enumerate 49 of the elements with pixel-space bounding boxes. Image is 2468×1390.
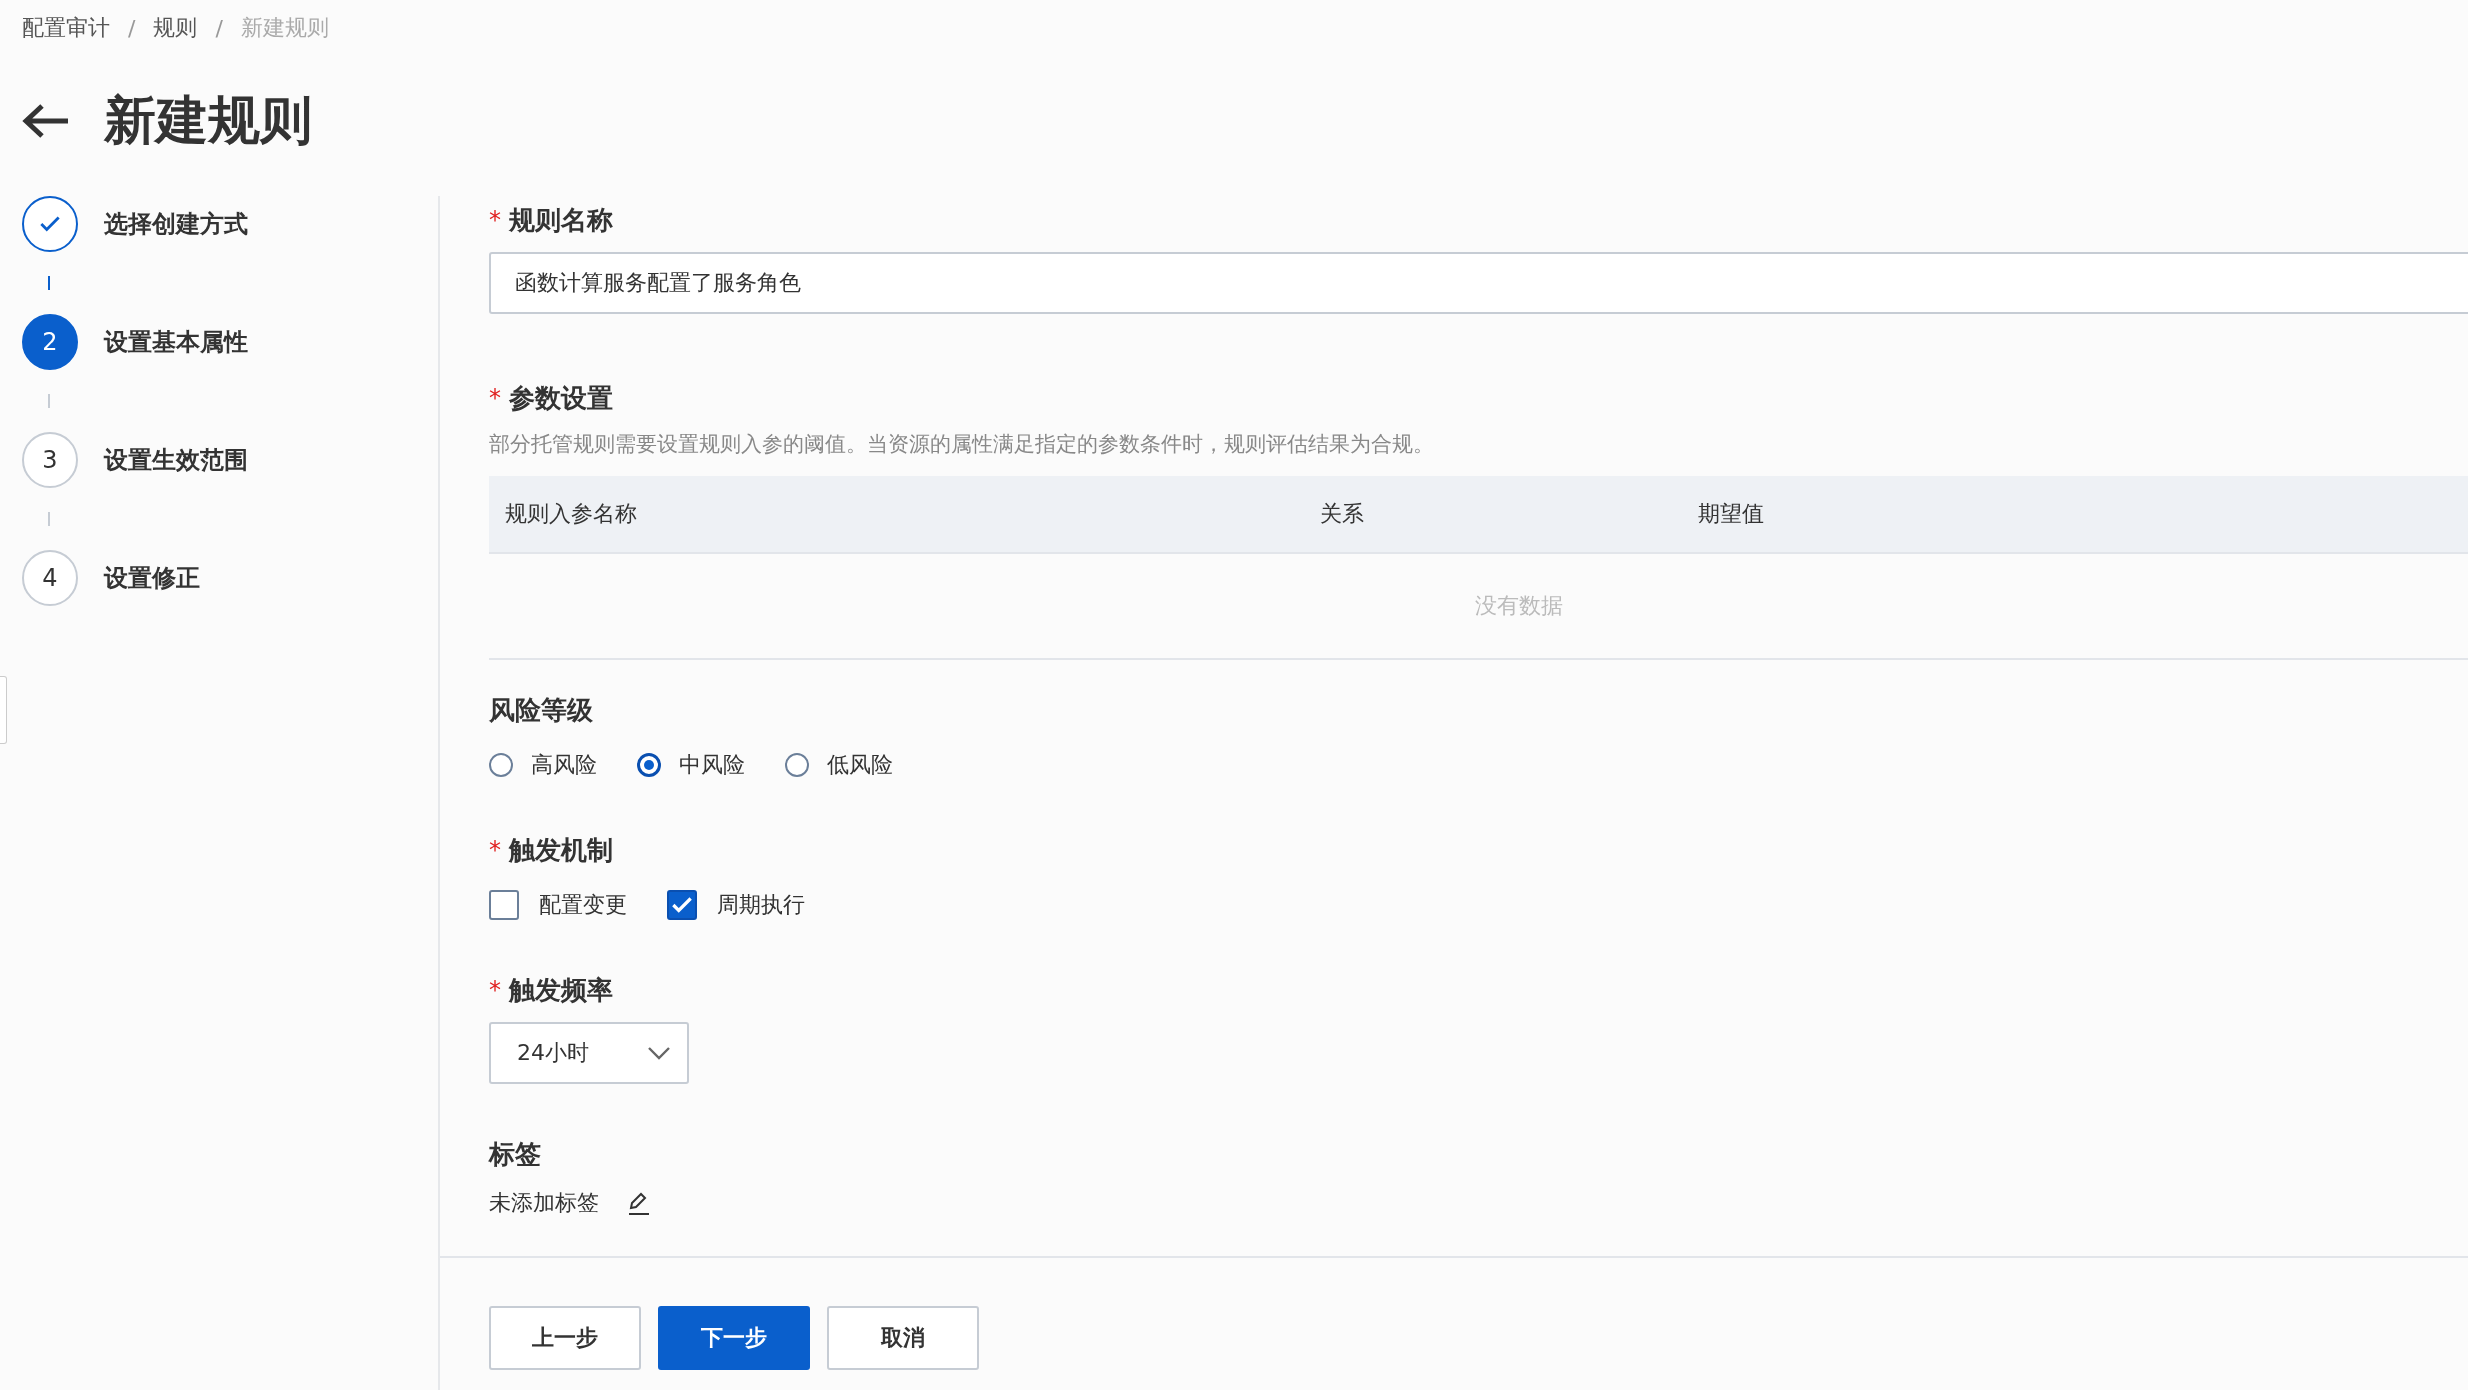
breadcrumb-link[interactable]: 配置审计 bbox=[22, 13, 110, 43]
rule-name-field[interactable]: 函数计算服务配置了服务角色 bbox=[489, 252, 2468, 314]
required-mark: * bbox=[489, 836, 501, 864]
side-handle[interactable] bbox=[0, 676, 7, 744]
column-header: 规则入参名称 bbox=[504, 500, 638, 528]
step-connector bbox=[48, 512, 50, 526]
empty-text: 没有数据 bbox=[1474, 592, 1563, 620]
breadcrumb-link[interactable]: 规则 bbox=[153, 13, 198, 43]
step-number: 3 bbox=[42, 446, 58, 474]
radio-button[interactable] bbox=[637, 753, 661, 777]
form-button[interactable]: 上一步 bbox=[489, 1306, 641, 1370]
field-label: 触发机制 bbox=[509, 833, 613, 867]
checkbox[interactable] bbox=[489, 890, 519, 920]
frequency-select[interactable]: 24小时 bbox=[489, 1022, 689, 1084]
column-header: 期望值 bbox=[1698, 500, 1764, 528]
chevron-down-icon bbox=[647, 1046, 671, 1060]
step-connector bbox=[48, 276, 50, 290]
checkbox[interactable] bbox=[667, 890, 697, 920]
step-number: 4 bbox=[42, 564, 58, 592]
radio-label: 高风险 bbox=[531, 751, 597, 779]
radio-label: 中风险 bbox=[679, 751, 745, 779]
checkbox-label: 配置变更 bbox=[539, 891, 627, 919]
back-arrow-icon[interactable] bbox=[22, 103, 70, 139]
form-button[interactable]: 取消 bbox=[827, 1306, 979, 1370]
field-label: 风险等级 bbox=[489, 693, 593, 727]
breadcrumb-separator: / bbox=[128, 15, 136, 41]
step-label: 设置修正 bbox=[104, 563, 200, 594]
required-mark: * bbox=[489, 206, 501, 234]
step-connector bbox=[48, 394, 50, 408]
checkbox-label: 周期执行 bbox=[717, 891, 805, 919]
field-label: 标签 bbox=[489, 1137, 541, 1171]
step-label: 选择创建方式 bbox=[104, 209, 248, 240]
step-label: 设置生效范围 bbox=[104, 445, 248, 476]
radio-label: 低风险 bbox=[827, 751, 893, 779]
breadcrumb-separator: / bbox=[215, 15, 223, 41]
field-label: 触发频率 bbox=[509, 973, 613, 1007]
column-header: 关系 bbox=[1320, 500, 1365, 528]
required-mark: * bbox=[489, 384, 501, 412]
radio-button[interactable] bbox=[785, 753, 809, 777]
field-label: 参数设置 bbox=[509, 381, 613, 415]
required-mark: * bbox=[489, 976, 501, 1004]
field-label: 规则名称 bbox=[509, 203, 613, 237]
step-number: 2 bbox=[42, 328, 58, 356]
help-text: 部分托管规则需要设置规则入参的阈值。当资源的属性满足指定的参数条件时，规则评估结果为合规。 bbox=[489, 431, 1435, 458]
form-button[interactable]: 下一步 bbox=[658, 1306, 810, 1370]
tags-value: 未添加标签 bbox=[489, 1189, 599, 1217]
step-label: 设置基本属性 bbox=[104, 327, 248, 358]
radio-button[interactable] bbox=[489, 753, 513, 777]
page-title: 新建规则 bbox=[104, 89, 312, 152]
